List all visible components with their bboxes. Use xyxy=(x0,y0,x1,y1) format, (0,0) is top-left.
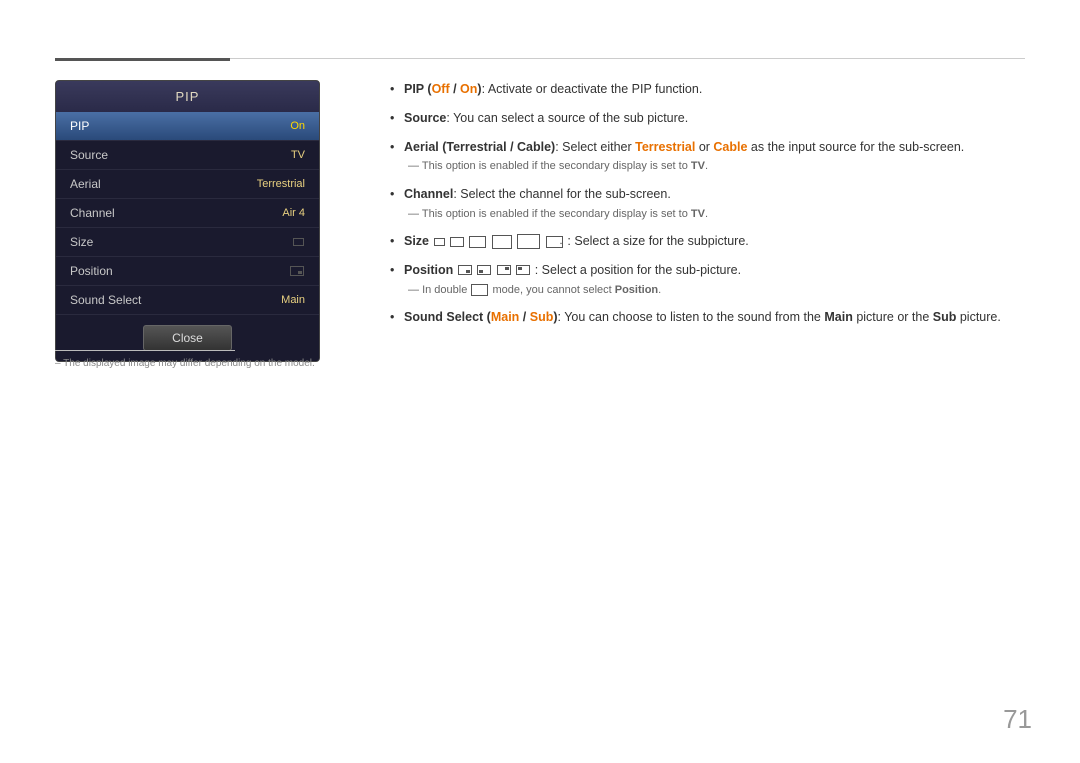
size-icon-sm xyxy=(293,238,304,246)
bullet-aerial: Aerial (Terrestrial / Cable): Select eit… xyxy=(390,138,1025,175)
size-desc: : Select a size for the subpicture. xyxy=(567,234,748,248)
bullet-channel: Channel: Select the channel for the sub-… xyxy=(390,185,1025,222)
bullet-position: Position : Select a position for the sub… xyxy=(390,261,1025,298)
size-icon-2 xyxy=(450,237,464,247)
position-label: Position xyxy=(404,263,453,277)
menu-item-aerial[interactable]: Aerial Terrestrial xyxy=(56,170,319,199)
position-icon xyxy=(290,266,304,276)
sound-main-label: Main xyxy=(824,310,852,324)
channel-desc: : Select the channel for the sub-screen. xyxy=(453,187,671,201)
sound-sub: Sub xyxy=(530,310,554,324)
aerial-desc: : Select either xyxy=(555,140,635,154)
left-panel: PIP PIP On Source TV Aerial Terrestrial … xyxy=(55,80,335,362)
menu-label-aerial: Aerial xyxy=(70,177,101,191)
size-icon-6: ▪ xyxy=(546,236,563,248)
menu-value-source: TV xyxy=(291,149,305,161)
position-desc: : Select a position for the sub-picture. xyxy=(535,263,741,277)
sound-desc3: picture. xyxy=(956,310,1000,324)
menu-label-source: Source xyxy=(70,148,108,162)
menu-value-sound-select: Main xyxy=(281,294,305,306)
menu-item-position[interactable]: Position xyxy=(56,257,319,286)
pip-off: Off xyxy=(432,82,450,96)
position-subnote: In double mode, you cannot select Positi… xyxy=(408,282,1025,299)
pos-icon-4 xyxy=(516,265,530,275)
menu-label-position: Position xyxy=(70,264,113,278)
tv-menu-title: PIP xyxy=(56,81,319,112)
pos-dot-4 xyxy=(518,267,522,270)
pos-dot-2 xyxy=(479,270,483,273)
menu-item-pip[interactable]: PIP On xyxy=(56,112,319,141)
pip-desc: : Activate or deactivate the PIP functio… xyxy=(482,82,703,96)
size-icon-1 xyxy=(434,238,445,246)
size-icon-5 xyxy=(517,234,540,249)
pip-label: PIP ( xyxy=(404,82,432,96)
menu-item-size[interactable]: Size xyxy=(56,228,319,257)
size-label: Size xyxy=(404,234,429,248)
aerial-terrestrial: Terrestrial xyxy=(635,140,695,154)
description-list: PIP (Off / On): Activate or deactivate t… xyxy=(390,80,1025,327)
sound-sub-label: Sub xyxy=(933,310,957,324)
pip-slash: / xyxy=(450,82,460,96)
footnote-divider xyxy=(55,350,235,351)
chapter-bar xyxy=(55,58,230,61)
right-panel: PIP (Off / On): Activate or deactivate t… xyxy=(390,80,1025,337)
sound-desc2: picture or the xyxy=(853,310,933,324)
close-button[interactable]: Close xyxy=(143,325,232,351)
aerial-cable: Cable xyxy=(713,140,747,154)
menu-value-channel: Air 4 xyxy=(282,207,305,219)
size-icon-6-mark: ▪ xyxy=(560,242,562,247)
aerial-subnote: This option is enabled if the secondary … xyxy=(408,158,1025,175)
menu-item-source[interactable]: Source TV xyxy=(56,141,319,170)
pos-icon-1 xyxy=(458,265,472,275)
bullet-size: Size ▪ : Select a size for the subpictur… xyxy=(390,232,1025,251)
source-label: Source xyxy=(404,111,446,125)
menu-value-pip: On xyxy=(290,120,305,132)
position-icons xyxy=(457,263,535,277)
size-icon-4 xyxy=(492,235,512,249)
menu-value-size xyxy=(292,236,305,248)
aerial-rest: as the input source for the sub-screen. xyxy=(747,140,964,154)
size-icons: ▪ xyxy=(433,234,568,248)
pos-dot-3 xyxy=(505,267,509,270)
menu-label-size: Size xyxy=(70,235,93,249)
bullet-sound-select: Sound Select (Main / Sub): You can choos… xyxy=(390,308,1025,327)
menu-label-sound-select: Sound Select xyxy=(70,293,141,307)
tv-menu: PIP PIP On Source TV Aerial Terrestrial … xyxy=(55,80,320,362)
sound-desc1: : You can choose to listen to the sound … xyxy=(558,310,825,324)
channel-subnote: This option is enabled if the secondary … xyxy=(408,206,1025,223)
pos-icon-2 xyxy=(477,265,491,275)
pip-on: On xyxy=(460,82,477,96)
menu-value-aerial: Terrestrial xyxy=(257,178,305,190)
double-icon xyxy=(471,284,488,296)
sound-slash: / xyxy=(519,310,529,324)
footnote: – The displayed image may differ dependi… xyxy=(55,358,315,369)
menu-value-position xyxy=(289,265,305,277)
menu-label-pip: PIP xyxy=(70,119,89,133)
menu-item-sound-select[interactable]: Sound Select Main xyxy=(56,286,319,315)
aerial-or: or xyxy=(695,140,713,154)
source-desc: : You can select a source of the sub pic… xyxy=(446,111,688,125)
channel-label: Channel xyxy=(404,187,453,201)
sound-main: Main xyxy=(491,310,519,324)
aerial-label: Aerial (Terrestrial / Cable) xyxy=(404,140,555,154)
menu-item-channel[interactable]: Channel Air 4 xyxy=(56,199,319,228)
page-number: 71 xyxy=(1003,704,1032,735)
menu-label-channel: Channel xyxy=(70,206,115,220)
pos-icon-3 xyxy=(497,265,511,275)
bullet-source: Source: You can select a source of the s… xyxy=(390,109,1025,128)
size-icon-3 xyxy=(469,236,486,248)
close-button-row: Close xyxy=(56,315,319,361)
bullet-pip: PIP (Off / On): Activate or deactivate t… xyxy=(390,80,1025,99)
sound-select-label: Sound Select ( xyxy=(404,310,491,324)
pos-dot-1 xyxy=(466,270,470,273)
